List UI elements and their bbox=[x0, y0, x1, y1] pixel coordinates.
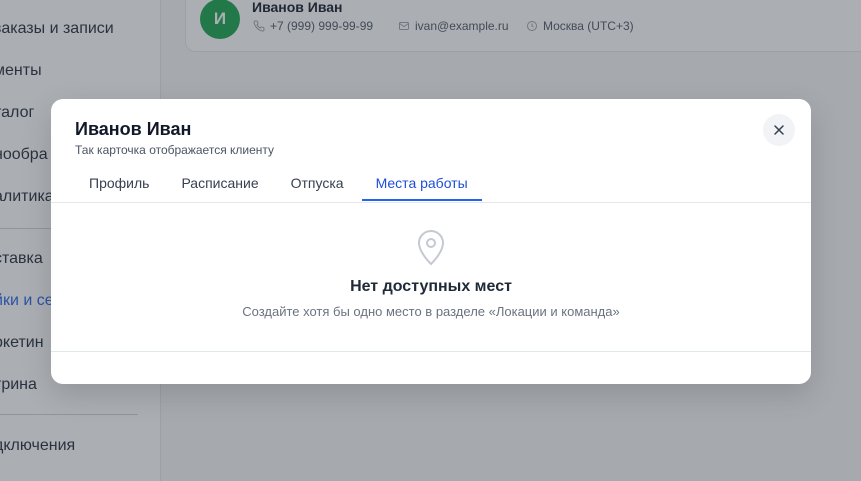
tab-vacations[interactable]: Отпуска bbox=[277, 169, 358, 201]
modal-title: Иванов Иван bbox=[75, 119, 192, 139]
tab-workplaces[interactable]: Места работы bbox=[361, 169, 482, 201]
tabs-divider bbox=[51, 202, 811, 203]
modal-tabs: Профиль Расписание Отпуска Места работы bbox=[75, 169, 482, 203]
tab-schedule[interactable]: Расписание bbox=[167, 169, 272, 201]
tab-profile[interactable]: Профиль bbox=[75, 169, 163, 201]
empty-state-title: Нет доступных мест bbox=[350, 278, 512, 295]
employee-modal: Иванов Иван Так карточка отображается кл… bbox=[51, 99, 811, 384]
close-button[interactable] bbox=[763, 114, 795, 146]
modal-subtitle: Так карточка отображается клиенту bbox=[75, 143, 275, 157]
footer-divider bbox=[51, 351, 811, 352]
close-icon bbox=[774, 125, 784, 135]
empty-state-text: Создайте хотя бы одно место в разделе «Л… bbox=[242, 304, 620, 319]
map-pin-icon bbox=[415, 228, 447, 271]
